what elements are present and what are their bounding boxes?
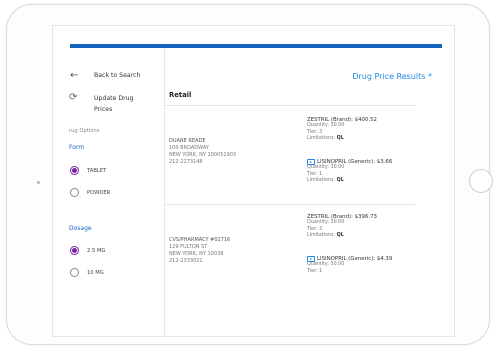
divider	[165, 204, 415, 205]
generic-drug-price: LISINOPRIL (Generic): $4.39 Quantity: 30…	[307, 256, 392, 275]
brand-drug-price: ZESTRIL (Brand): $400.52 Quantity: 30.00…	[307, 117, 377, 143]
form-option-powder[interactable]: POWDER	[70, 188, 110, 197]
drug-options-label: rug Options	[69, 128, 100, 134]
divider	[165, 105, 415, 106]
dosage-group-title: Dosage	[69, 225, 92, 232]
home-button[interactable]	[469, 169, 493, 193]
pharmacy-address: 100 BROADWAY	[169, 145, 209, 151]
pharmacy-phone: 212-2273148	[169, 159, 203, 165]
video-play-icon[interactable]	[307, 256, 315, 263]
pharmacy-name: CVS/PHARMACY #02716	[169, 237, 231, 243]
pharmacy-city: NEW YORK, NY 100051903	[169, 152, 237, 158]
pharmacy-name: DUANE READE	[169, 138, 206, 144]
drug-limitations: Limitations: QL	[307, 233, 377, 239]
form-option-label: TABLET	[87, 167, 107, 174]
limitations-value: QL	[336, 178, 344, 184]
camera-dot	[37, 181, 40, 184]
pharmacy-info: CVS/PHARMACY #02716 129 FULTON ST NEW YO…	[169, 237, 230, 265]
radio-unselected-icon[interactable]	[70, 188, 79, 197]
form-group-title: Form	[69, 144, 85, 151]
back-to-search-label: Back to Search	[94, 72, 141, 79]
dosage-option-label: 10 MG	[87, 269, 104, 276]
limitations-value: QL	[336, 136, 344, 142]
form-option-tablet[interactable]: TABLET	[70, 166, 106, 175]
drug-tier: Tier: 1	[307, 268, 323, 274]
radio-unselected-icon[interactable]	[70, 268, 79, 277]
app-screen: ← Back to Search ⟳ Update Drug Prices ru…	[52, 25, 455, 337]
arrow-left-icon: ←	[70, 70, 79, 81]
limitations-label: Limitations:	[307, 136, 336, 142]
drug-limitations: Limitations: QL	[307, 136, 377, 142]
dosage-option-2-5mg[interactable]: 2.5 MG	[70, 246, 105, 255]
retail-heading: Retail	[169, 91, 192, 99]
dosage-option-label: 2.5 MG	[87, 247, 106, 254]
drug-limitations: Limitations: QL	[307, 178, 392, 184]
pharmacy-address: 129 FULTON ST	[169, 244, 208, 250]
tablet-frame: ← Back to Search ⟳ Update Drug Prices ru…	[6, 4, 493, 345]
radio-selected-icon[interactable]	[70, 246, 79, 255]
radio-selected-icon[interactable]	[70, 166, 79, 175]
limitations-label: Limitations:	[307, 178, 336, 184]
form-option-label: POWDER	[87, 189, 111, 196]
update-drug-prices-label: Update Drug Prices	[94, 95, 134, 113]
pharmacy-city: NEW YORK, NY 10038	[169, 251, 224, 257]
back-to-search-link[interactable]: ← Back to Search	[70, 70, 140, 81]
dosage-option-10mg[interactable]: 10 MG	[70, 268, 104, 277]
brand-drug-price: ZESTRIL (Brand): $396.73 Quantity: 30.00…	[307, 214, 377, 240]
page-title: Drug Price Results *	[352, 72, 432, 81]
limitations-value: QL	[336, 233, 344, 239]
limitations-label: Limitations:	[307, 233, 336, 239]
pharmacy-info: DUANE READE 100 BROADWAY NEW YORK, NY 10…	[169, 138, 236, 166]
video-play-icon[interactable]	[307, 159, 315, 166]
generic-drug-price: LISINOPRIL (Generic): $3.66 Quantity: 30…	[307, 159, 392, 185]
pharmacy-phone: 212-2333021	[169, 258, 203, 264]
refresh-icon: ⟳	[69, 92, 78, 103]
update-drug-prices-link[interactable]: ⟳ Update Drug Prices	[69, 93, 144, 115]
